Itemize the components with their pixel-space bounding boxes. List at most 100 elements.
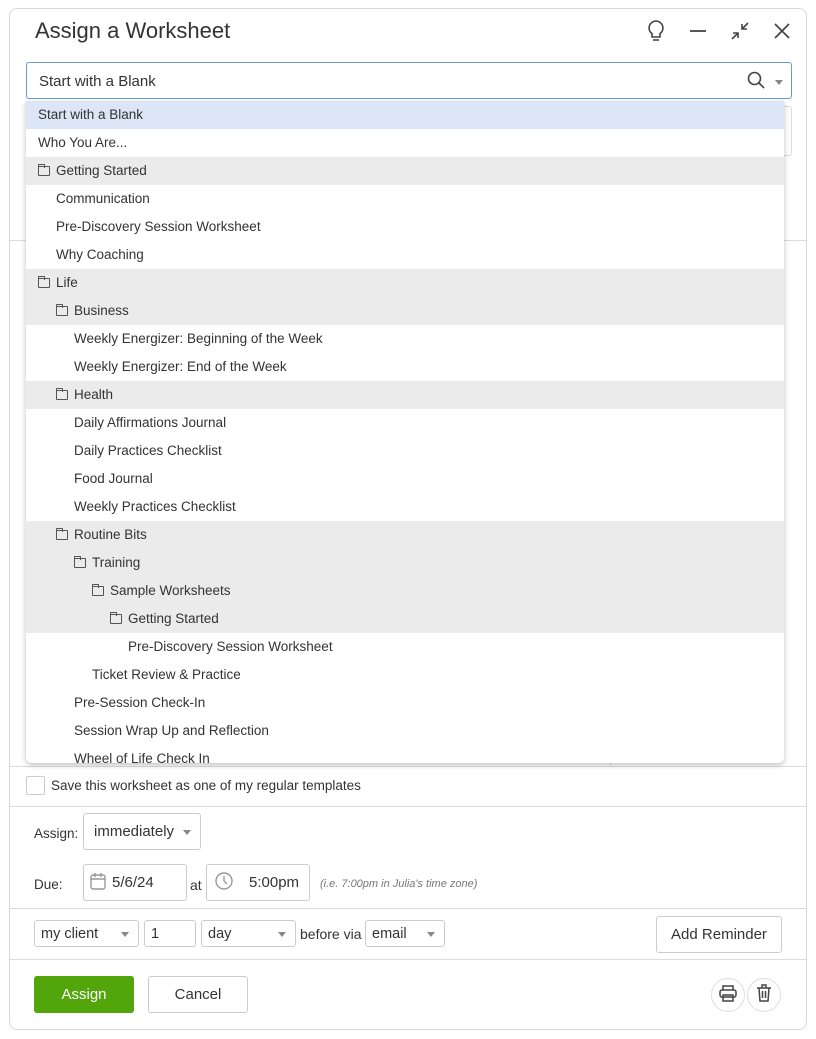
- dropdown-option[interactable]: Weekly Practices Checklist: [26, 493, 784, 521]
- before-via-label: before via: [300, 926, 362, 942]
- chevron-down-icon[interactable]: [775, 79, 783, 85]
- folder-icon: [56, 528, 68, 540]
- option-label: Session Wrap Up and Reflection: [74, 723, 269, 738]
- folder-icon: [74, 556, 86, 568]
- reminder-amount-input[interactable]: 1: [144, 920, 196, 947]
- dropdown-option[interactable]: Communication: [26, 185, 784, 213]
- reminder-recipient-value: my client: [41, 925, 99, 942]
- assign-button[interactable]: Assign: [34, 976, 134, 1013]
- divider: [10, 908, 806, 909]
- folder-icon: [38, 276, 50, 288]
- save-template-label: Save this worksheet as one of my regular…: [51, 778, 361, 793]
- option-label: Pre-Discovery Session Worksheet: [128, 639, 333, 654]
- reminder-unit-value: day: [208, 925, 232, 942]
- dropdown-option[interactable]: Ticket Review & Practice: [26, 661, 784, 689]
- chevron-down-icon: [278, 931, 286, 937]
- option-label: Start with a Blank: [38, 107, 144, 122]
- add-reminder-button[interactable]: Add Reminder: [656, 916, 782, 953]
- due-label: Due:: [34, 877, 63, 892]
- dropdown-folder[interactable]: Getting Started: [26, 157, 784, 185]
- option-label: Getting Started: [56, 163, 147, 178]
- reminder-recipient-select[interactable]: my client: [34, 920, 139, 947]
- folder-icon: [56, 388, 68, 400]
- trash-icon: [756, 983, 772, 1007]
- reminder-unit-select[interactable]: day: [201, 920, 296, 947]
- dropdown-option[interactable]: Food Journal: [26, 465, 784, 493]
- dropdown-option[interactable]: Pre-Discovery Session Worksheet: [26, 633, 784, 661]
- clock-icon: [215, 871, 233, 894]
- assign-timing-select[interactable]: immediately: [83, 813, 201, 850]
- option-label: Pre-Discovery Session Worksheet: [56, 219, 261, 234]
- folder-icon: [92, 584, 104, 596]
- option-label: Health: [74, 387, 114, 402]
- search-icon[interactable]: [747, 71, 765, 93]
- assign-worksheet-dialog: Assign a Worksheet Start with a Blank St…: [9, 8, 807, 1030]
- dropdown-folder[interactable]: Training: [26, 549, 784, 577]
- option-label: Food Journal: [74, 471, 153, 486]
- timezone-hint: (i.e. 7:00pm in Julia's time zone): [320, 878, 478, 890]
- dropdown-option[interactable]: Wheel of Life Check In: [26, 745, 784, 763]
- dropdown-folder[interactable]: Business: [26, 297, 784, 325]
- dropdown-option[interactable]: Why Coaching: [26, 241, 784, 269]
- option-label: Ticket Review & Practice: [92, 667, 241, 682]
- option-label: Business: [74, 303, 129, 318]
- worksheet-select-value: Start with a Blank: [39, 73, 156, 90]
- divider: [10, 806, 806, 807]
- chevron-down-icon: [121, 931, 129, 937]
- dropdown-option[interactable]: Pre-Session Check-In: [26, 689, 784, 717]
- dropdown-option[interactable]: Daily Practices Checklist: [26, 437, 784, 465]
- due-date-input[interactable]: 5/6/24: [83, 864, 187, 901]
- dialog-title: Assign a Worksheet: [35, 18, 231, 43]
- save-template-checkbox[interactable]: [26, 776, 45, 795]
- at-label: at: [190, 877, 202, 893]
- divider: [10, 766, 806, 767]
- print-button[interactable]: [711, 978, 745, 1012]
- due-time-input[interactable]: 5:00pm: [206, 864, 310, 901]
- dropdown-option[interactable]: Who You Are...: [26, 129, 784, 157]
- print-icon: [719, 984, 737, 1007]
- dropdown-option[interactable]: Daily Affirmations Journal: [26, 409, 784, 437]
- close-icon[interactable]: [768, 17, 796, 45]
- option-label: Weekly Energizer: Beginning of the Week: [74, 331, 323, 346]
- calendar-icon: [90, 872, 106, 894]
- option-label: Communication: [56, 191, 150, 206]
- option-label: Getting Started: [128, 611, 219, 626]
- option-label: Who You Are...: [38, 135, 128, 150]
- option-label: Pre-Session Check-In: [74, 695, 206, 710]
- option-label: Routine Bits: [74, 527, 147, 542]
- option-label: Sample Worksheets: [110, 583, 231, 598]
- cancel-button[interactable]: Cancel: [148, 976, 248, 1013]
- dropdown-folder[interactable]: Getting Started: [26, 605, 784, 633]
- chevron-down-icon: [427, 931, 435, 937]
- reminder-channel-select[interactable]: email: [365, 920, 445, 947]
- option-label: Weekly Energizer: End of the Week: [74, 359, 287, 374]
- divider: [10, 959, 806, 960]
- dropdown-option[interactable]: Weekly Energizer: Beginning of the Week: [26, 325, 784, 353]
- option-label: Life: [56, 275, 78, 290]
- folder-icon: [38, 164, 50, 176]
- delete-button[interactable]: [747, 978, 781, 1012]
- due-time-value: 5:00pm: [249, 874, 300, 891]
- option-label: Wheel of Life Check In: [74, 751, 210, 763]
- dropdown-folder[interactable]: Sample Worksheets: [26, 577, 784, 605]
- minimize-icon[interactable]: [684, 17, 712, 45]
- folder-icon: [110, 612, 122, 624]
- collapse-icon[interactable]: [726, 17, 754, 45]
- option-label: Daily Practices Checklist: [74, 443, 222, 458]
- option-label: Daily Affirmations Journal: [74, 415, 227, 430]
- dropdown-option[interactable]: Session Wrap Up and Reflection: [26, 717, 784, 745]
- dropdown-option[interactable]: Pre-Discovery Session Worksheet: [26, 213, 784, 241]
- reminder-channel-value: email: [372, 925, 407, 942]
- chevron-down-icon: [183, 829, 191, 835]
- worksheet-dropdown-list[interactable]: Start with a Blank Who You Are... Getting …: [26, 101, 784, 763]
- folder-icon: [56, 304, 68, 316]
- dropdown-folder[interactable]: Health: [26, 381, 784, 409]
- dropdown-option[interactable]: Start with a Blank: [26, 101, 784, 129]
- dropdown-folder[interactable]: Routine Bits: [26, 521, 784, 549]
- reminder-amount-value: 1: [151, 925, 160, 942]
- due-date-value: 5/6/24: [112, 874, 154, 891]
- dropdown-folder[interactable]: Life: [26, 269, 784, 297]
- worksheet-select[interactable]: Start with a Blank: [26, 62, 792, 99]
- dropdown-option[interactable]: Weekly Energizer: End of the Week: [26, 353, 784, 381]
- lightbulb-icon[interactable]: [642, 17, 670, 45]
